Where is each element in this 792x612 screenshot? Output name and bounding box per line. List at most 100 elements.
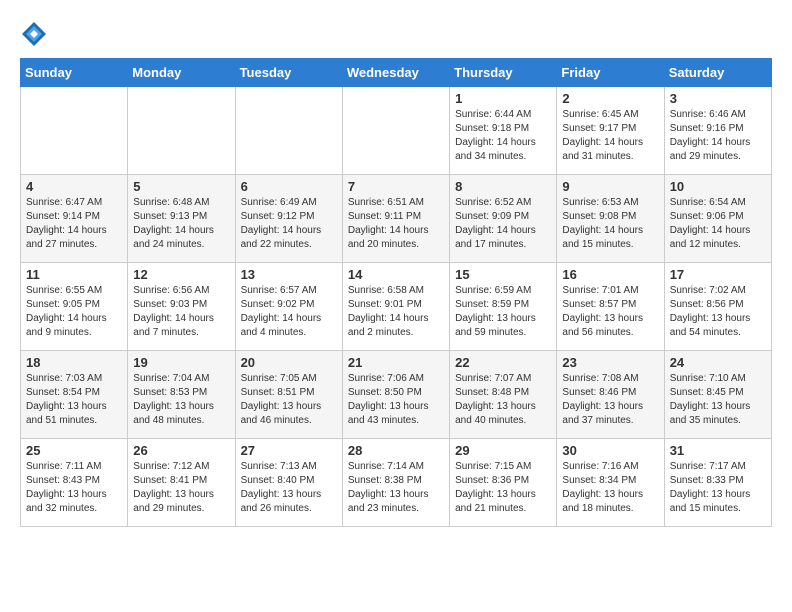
day-info: Sunrise: 7:05 AM Sunset: 8:51 PM Dayligh… bbox=[241, 372, 337, 428]
calendar-cell: 20 Sunrise: 7:05 AM Sunset: 8:51 PM Dayli… bbox=[235, 351, 342, 439]
day-number: 28 bbox=[348, 443, 444, 458]
day-info: Sunrise: 7:07 AM Sunset: 8:48 PM Dayligh… bbox=[455, 372, 551, 428]
calendar-cell: 31 Sunrise: 7:17 AM Sunset: 8:33 PM Dayli… bbox=[664, 439, 771, 527]
day-info: Sunrise: 6:46 AM Sunset: 9:16 PM Dayligh… bbox=[670, 108, 766, 164]
calendar-cell: 9 Sunrise: 6:53 AM Sunset: 9:08 PM Daylig… bbox=[557, 175, 664, 263]
day-info: Sunrise: 6:48 AM Sunset: 9:13 PM Dayligh… bbox=[133, 196, 229, 252]
day-info: Sunrise: 7:16 AM Sunset: 8:34 PM Dayligh… bbox=[562, 460, 658, 516]
calendar-cell: 23 Sunrise: 7:08 AM Sunset: 8:46 PM Dayli… bbox=[557, 351, 664, 439]
day-number: 6 bbox=[241, 179, 337, 194]
weekday-header-saturday: Saturday bbox=[664, 59, 771, 87]
calendar-cell: 12Sunrise: 6:56 AM Sunset: 9:03 PM Dayli… bbox=[128, 263, 235, 351]
day-number: 9 bbox=[562, 179, 658, 194]
calendar-cell: 4 Sunrise: 6:47 AM Sunset: 9:14 PM Daylig… bbox=[21, 175, 128, 263]
calendar-cell bbox=[235, 87, 342, 175]
day-number: 10 bbox=[670, 179, 766, 194]
day-number: 16 bbox=[562, 267, 658, 282]
day-info: Sunrise: 7:11 AM Sunset: 8:43 PM Dayligh… bbox=[26, 460, 122, 516]
day-info: Sunrise: 6:54 AM Sunset: 9:06 PM Dayligh… bbox=[670, 196, 766, 252]
calendar-cell: 14 Sunrise: 6:58 AM Sunset: 9:01 PM Dayli… bbox=[342, 263, 449, 351]
weekday-header-tuesday: Tuesday bbox=[235, 59, 342, 87]
day-number: 29 bbox=[455, 443, 551, 458]
calendar-cell: 8Sunrise: 6:52 AM Sunset: 9:09 PM Daylig… bbox=[450, 175, 557, 263]
day-info: Sunrise: 7:01 AM Sunset: 8:57 PM Dayligh… bbox=[562, 284, 658, 340]
calendar-cell bbox=[128, 87, 235, 175]
day-info: Sunrise: 7:10 AM Sunset: 8:45 PM Dayligh… bbox=[670, 372, 766, 428]
calendar-week-row: 18 Sunrise: 7:03 AM Sunset: 8:54 PM Dayli… bbox=[21, 351, 772, 439]
calendar-cell: 27 Sunrise: 7:13 AM Sunset: 8:40 PM Dayli… bbox=[235, 439, 342, 527]
calendar-week-row: 25 Sunrise: 7:11 AM Sunset: 8:43 PM Dayli… bbox=[21, 439, 772, 527]
page-header bbox=[20, 20, 772, 48]
day-info: Sunrise: 6:51 AM Sunset: 9:11 PM Dayligh… bbox=[348, 196, 444, 252]
day-number: 19 bbox=[133, 355, 229, 370]
day-number: 21 bbox=[348, 355, 444, 370]
calendar-cell: 7 Sunrise: 6:51 AM Sunset: 9:11 PM Daylig… bbox=[342, 175, 449, 263]
day-info: Sunrise: 6:57 AM Sunset: 9:02 PM Dayligh… bbox=[241, 284, 337, 340]
day-info: Sunrise: 6:52 AM Sunset: 9:09 PM Dayligh… bbox=[455, 196, 551, 252]
day-number: 11 bbox=[26, 267, 122, 282]
day-number: 1 bbox=[455, 91, 551, 106]
day-number: 31 bbox=[670, 443, 766, 458]
day-info: Sunrise: 7:13 AM Sunset: 8:40 PM Dayligh… bbox=[241, 460, 337, 516]
day-number: 24 bbox=[670, 355, 766, 370]
day-number: 13 bbox=[241, 267, 337, 282]
day-number: 5 bbox=[133, 179, 229, 194]
day-info: Sunrise: 7:17 AM Sunset: 8:33 PM Dayligh… bbox=[670, 460, 766, 516]
calendar-cell: 16 Sunrise: 7:01 AM Sunset: 8:57 PM Dayli… bbox=[557, 263, 664, 351]
calendar-table: SundayMondayTuesdayWednesdayThursdayFrid… bbox=[20, 58, 772, 527]
calendar-week-row: 11 Sunrise: 6:55 AM Sunset: 9:05 PM Dayli… bbox=[21, 263, 772, 351]
calendar-cell bbox=[342, 87, 449, 175]
calendar-cell: 19 Sunrise: 7:04 AM Sunset: 8:53 PM Dayli… bbox=[128, 351, 235, 439]
day-info: Sunrise: 6:44 AM Sunset: 9:18 PM Dayligh… bbox=[455, 108, 551, 164]
day-number: 17 bbox=[670, 267, 766, 282]
day-info: Sunrise: 6:53 AM Sunset: 9:08 PM Dayligh… bbox=[562, 196, 658, 252]
day-info: Sunrise: 7:02 AM Sunset: 8:56 PM Dayligh… bbox=[670, 284, 766, 340]
day-info: Sunrise: 6:47 AM Sunset: 9:14 PM Dayligh… bbox=[26, 196, 122, 252]
calendar-cell: 15 Sunrise: 6:59 AM Sunset: 8:59 PM Dayli… bbox=[450, 263, 557, 351]
calendar-cell: 24 Sunrise: 7:10 AM Sunset: 8:45 PM Dayli… bbox=[664, 351, 771, 439]
day-number: 30 bbox=[562, 443, 658, 458]
day-number: 25 bbox=[26, 443, 122, 458]
day-info: Sunrise: 7:12 AM Sunset: 8:41 PM Dayligh… bbox=[133, 460, 229, 516]
day-info: Sunrise: 7:14 AM Sunset: 8:38 PM Dayligh… bbox=[348, 460, 444, 516]
day-number: 7 bbox=[348, 179, 444, 194]
calendar-cell: 13 Sunrise: 6:57 AM Sunset: 9:02 PM Dayli… bbox=[235, 263, 342, 351]
day-info: Sunrise: 6:59 AM Sunset: 8:59 PM Dayligh… bbox=[455, 284, 551, 340]
day-number: 22 bbox=[455, 355, 551, 370]
weekday-header-monday: Monday bbox=[128, 59, 235, 87]
logo-icon bbox=[20, 20, 48, 48]
calendar-cell: 1 Sunrise: 6:44 AM Sunset: 9:18 PM Daylig… bbox=[450, 87, 557, 175]
calendar-cell: 21 Sunrise: 7:06 AM Sunset: 8:50 PM Dayli… bbox=[342, 351, 449, 439]
day-number: 3 bbox=[670, 91, 766, 106]
day-info: Sunrise: 7:08 AM Sunset: 8:46 PM Dayligh… bbox=[562, 372, 658, 428]
weekday-header-sunday: Sunday bbox=[21, 59, 128, 87]
day-info: Sunrise: 6:55 AM Sunset: 9:05 PM Dayligh… bbox=[26, 284, 122, 340]
day-number: 18 bbox=[26, 355, 122, 370]
day-number: 27 bbox=[241, 443, 337, 458]
day-info: Sunrise: 6:58 AM Sunset: 9:01 PM Dayligh… bbox=[348, 284, 444, 340]
calendar-cell: 28 Sunrise: 7:14 AM Sunset: 8:38 PM Dayli… bbox=[342, 439, 449, 527]
day-info: Sunrise: 7:15 AM Sunset: 8:36 PM Dayligh… bbox=[455, 460, 551, 516]
calendar-cell bbox=[21, 87, 128, 175]
day-info: Sunrise: 7:04 AM Sunset: 8:53 PM Dayligh… bbox=[133, 372, 229, 428]
day-info: Sunrise: 6:56 AM Sunset: 9:03 PM Dayligh… bbox=[133, 284, 229, 340]
logo bbox=[20, 20, 52, 48]
calendar-cell: 11 Sunrise: 6:55 AM Sunset: 9:05 PM Dayli… bbox=[21, 263, 128, 351]
weekday-header-wednesday: Wednesday bbox=[342, 59, 449, 87]
day-number: 4 bbox=[26, 179, 122, 194]
day-number: 20 bbox=[241, 355, 337, 370]
calendar-week-row: 4 Sunrise: 6:47 AM Sunset: 9:14 PM Daylig… bbox=[21, 175, 772, 263]
calendar-cell: 25 Sunrise: 7:11 AM Sunset: 8:43 PM Dayli… bbox=[21, 439, 128, 527]
day-info: Sunrise: 7:06 AM Sunset: 8:50 PM Dayligh… bbox=[348, 372, 444, 428]
weekday-header-thursday: Thursday bbox=[450, 59, 557, 87]
weekday-header-friday: Friday bbox=[557, 59, 664, 87]
day-number: 23 bbox=[562, 355, 658, 370]
calendar-cell: 22 Sunrise: 7:07 AM Sunset: 8:48 PM Dayli… bbox=[450, 351, 557, 439]
day-number: 15 bbox=[455, 267, 551, 282]
calendar-cell: 30 Sunrise: 7:16 AM Sunset: 8:34 PM Dayli… bbox=[557, 439, 664, 527]
day-info: Sunrise: 7:03 AM Sunset: 8:54 PM Dayligh… bbox=[26, 372, 122, 428]
day-number: 14 bbox=[348, 267, 444, 282]
day-number: 2 bbox=[562, 91, 658, 106]
calendar-cell: 18 Sunrise: 7:03 AM Sunset: 8:54 PM Dayli… bbox=[21, 351, 128, 439]
calendar-cell: 26Sunrise: 7:12 AM Sunset: 8:41 PM Dayli… bbox=[128, 439, 235, 527]
